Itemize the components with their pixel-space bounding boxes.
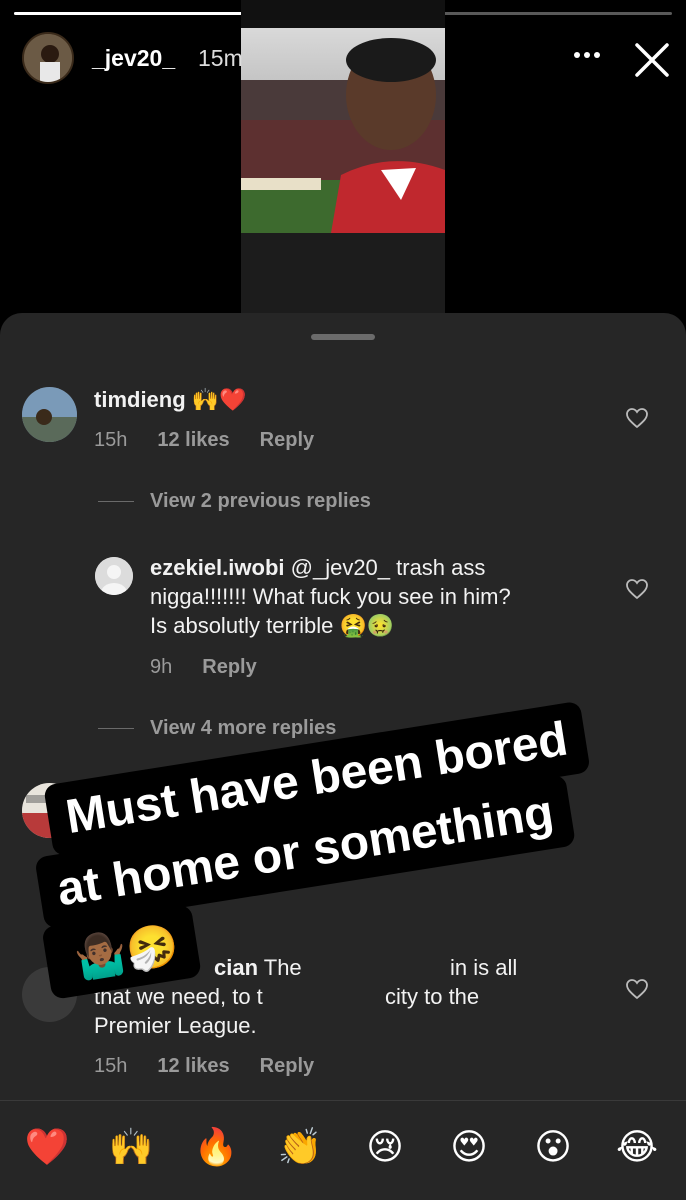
story-header: _jev20_ 15m — [0, 26, 686, 96]
emoji-reaction-bar: ❤️ 🙌 🔥 👏 😢 😍 😮 😂 — [0, 1100, 686, 1200]
reply-button[interactable]: Reply — [202, 656, 256, 678]
user-avatar[interactable] — [22, 32, 74, 84]
comment-body: 🙌❤️ — [191, 387, 247, 412]
emoji-raised-hands[interactable]: 🙌 — [108, 1125, 154, 1171]
story-progress-fill — [14, 12, 258, 15]
more-icon[interactable] — [570, 40, 604, 70]
reply-button[interactable]: Reply — [260, 1055, 314, 1077]
emoji-fire[interactable]: 🔥 — [193, 1125, 239, 1171]
comment-likes[interactable]: 12 likes — [157, 429, 229, 451]
heart-icon[interactable] — [625, 578, 649, 600]
comment-time: 9h — [150, 656, 173, 678]
sheet-grabber[interactable] — [311, 334, 375, 340]
comment-meta: 15h 12 likes Reply — [94, 429, 344, 452]
avatar-timdieng[interactable] — [22, 387, 77, 442]
comment-username[interactable]: ezekiel.iwobi — [150, 555, 285, 580]
divider-line — [98, 501, 134, 503]
emoji-crying[interactable]: 😢 — [362, 1125, 408, 1171]
comment-text: ezekiel.iwobi @_jev20_ trash ass — [150, 553, 485, 582]
comment-meta: 9h Reply — [150, 656, 287, 679]
comment-text: timdieng 🙌❤️ — [94, 385, 247, 414]
emoji-surprised[interactable]: 😮 — [530, 1125, 576, 1171]
divider-line — [98, 728, 134, 730]
comment-body-line3: Is absolutly terrible 🤮🤢 — [150, 613, 395, 638]
story-username[interactable]: _jev20_ — [92, 45, 175, 72]
reply-button[interactable]: Reply — [260, 429, 314, 451]
view-more-replies[interactable]: View 4 more replies — [98, 717, 336, 740]
avatar-ezekiel[interactable] — [95, 557, 133, 595]
emoji-clap[interactable]: 👏 — [277, 1125, 323, 1171]
comment-username[interactable]: timdieng — [94, 387, 186, 412]
sticker-emoji: 🤷🏾‍♂️🤧 — [70, 918, 182, 984]
emoji-laughing[interactable]: 😂 — [614, 1125, 660, 1171]
view-replies-label[interactable]: View 2 previous replies — [150, 490, 371, 512]
comment-body-line2: nigga!!!!!!! What fuck you see in him? — [150, 584, 511, 609]
emoji-heart-eyes[interactable]: 😍 — [446, 1125, 492, 1171]
view-replies-label[interactable]: View 4 more replies — [150, 717, 336, 739]
comment-time: 15h — [94, 429, 128, 451]
comment-meta: 15h 12 likes Reply — [94, 1055, 344, 1078]
comment-body-line1: @_jev20_ trash ass — [290, 555, 486, 580]
view-previous-replies[interactable]: View 2 previous replies — [98, 490, 371, 513]
heart-icon[interactable] — [625, 978, 649, 1000]
comment-likes[interactable]: 12 likes — [157, 1055, 229, 1077]
emoji-heart[interactable]: ❤️ — [24, 1125, 70, 1171]
heart-icon[interactable] — [625, 407, 649, 429]
story-time: 15m — [198, 45, 243, 71]
close-icon[interactable] — [628, 36, 676, 84]
comment-time: 15h — [94, 1055, 128, 1077]
